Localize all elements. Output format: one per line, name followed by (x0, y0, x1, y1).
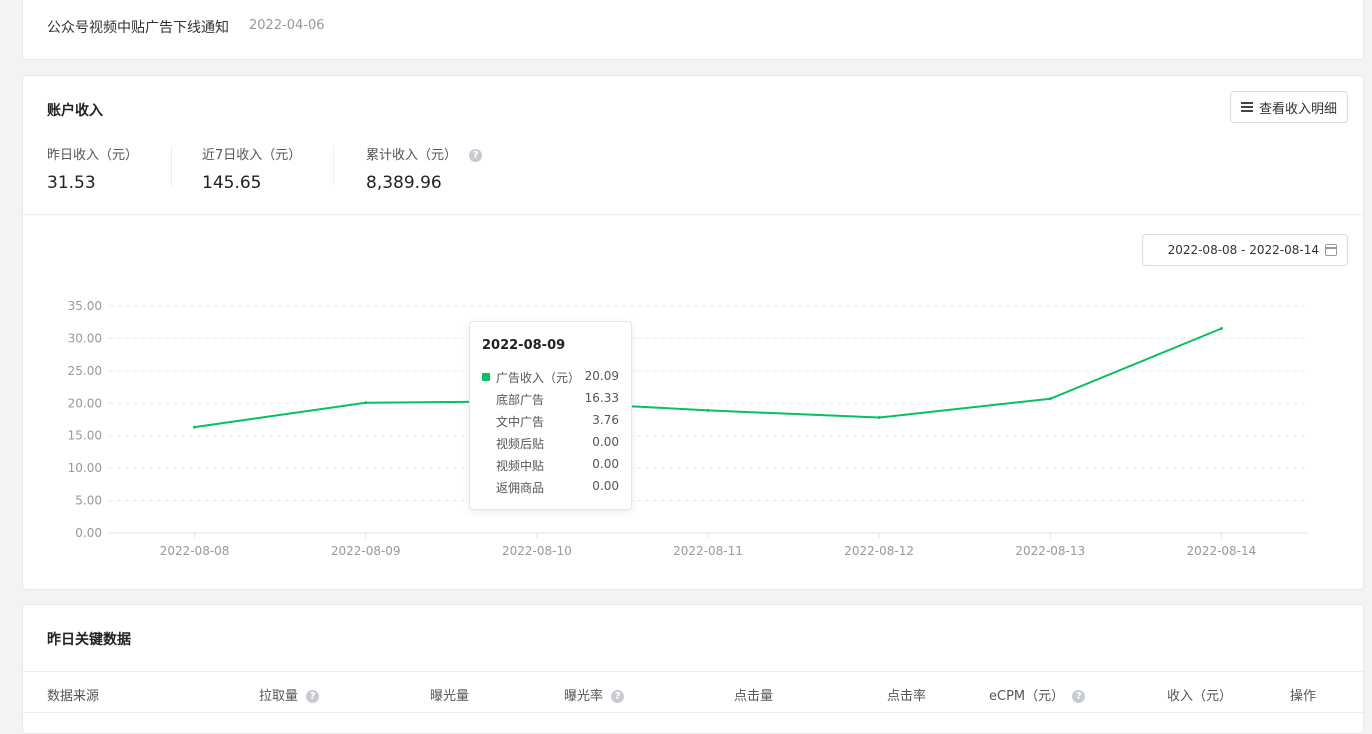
notice-card: 公众号视频中贴广告下线通知 2022-04-06 (22, 0, 1364, 60)
list-icon (1240, 102, 1253, 112)
stat-value: 8,389.96 (366, 173, 442, 193)
stat-7days: 近7日收入（元） 145.65 (202, 144, 301, 193)
tooltip-row: 文中广告 3.76 (482, 413, 619, 431)
tooltip-label: 底部广告 (496, 393, 545, 407)
stat-divider (171, 146, 172, 186)
series-color-marker (482, 373, 490, 381)
income-card: 账户收入 查看收入明细 昨日收入（元） 31.53 近7日收入（元） 145.6… (22, 75, 1364, 590)
stat-total: 累计收入（元） ? 8,389.96 (366, 144, 483, 193)
income-line-chart: 0.00 5.00 10.00 15.00 20.00 25.00 30.00 35.00 20… (68, 299, 1307, 558)
help-icon[interactable]: ? (1072, 690, 1086, 703)
stat-total-label: 累计收入（元） (366, 148, 458, 163)
x-tick-label: 2022-08-14 (1187, 544, 1257, 558)
data-point (706, 408, 710, 412)
x-tick-label: 2022-08-08 (160, 544, 230, 558)
chart-tooltip: 2022-08-09 广告收入（元） 20.09 底部广告 16.33 文中广告… (469, 321, 632, 510)
column-header: 曝光率 ? (564, 685, 625, 704)
tooltip-date: 2022-08-09 (482, 338, 566, 353)
column-header: 曝光量 (430, 689, 470, 704)
column-header: 操作 (1290, 689, 1317, 704)
date-range-text: 2022-08-08 - 2022-08-14 (1167, 243, 1319, 257)
tooltip-label: 视频后贴 (496, 437, 545, 451)
y-tick-label: 30.00 (68, 331, 102, 345)
keydata-title: 昨日关键数据 (47, 632, 131, 648)
tooltip-label: 返佣商品 (496, 481, 545, 495)
help-icon[interactable]: ? (469, 149, 483, 162)
income-detail-label: 查看收入明细 (1258, 101, 1337, 117)
tooltip-row: 底部广告 16.33 (482, 391, 619, 409)
stat-yesterday: 昨日收入（元） 31.53 (47, 144, 138, 193)
stat-divider (333, 146, 334, 186)
data-point (1219, 327, 1223, 331)
x-tick-label: 2022-08-12 (844, 544, 914, 558)
income-title: 账户收入 (47, 103, 103, 119)
column-header-label: 拉取量 (259, 689, 299, 704)
stat-value: 31.53 (47, 173, 96, 193)
y-tick-label: 10.00 (68, 461, 102, 475)
y-tick-label: 15.00 (68, 429, 102, 443)
table-header: 数据来源 拉取量 ? 曝光量 曝光率 ? 点击量 点击率 eCPM（元） ? 收… (23, 671, 1363, 713)
y-tick-label: 20.00 (68, 396, 102, 410)
stat-label: 昨日收入（元） (47, 148, 139, 163)
data-point (193, 425, 197, 429)
column-header: 点击率 (887, 689, 927, 704)
notice-title[interactable]: 公众号视频中贴广告下线通知 (47, 17, 229, 37)
tooltip-row: 视频后贴 0.00 (482, 435, 619, 453)
tooltip-value: 20.09 (584, 369, 619, 383)
section-divider (23, 214, 1363, 215)
x-tick-label: 2022-08-10 (502, 544, 572, 558)
column-header-label: eCPM（元） (989, 689, 1065, 704)
tooltip-label: 文中广告 (496, 415, 545, 429)
tooltip-row: 返佣商品 0.00 (482, 479, 619, 497)
column-header: eCPM（元） ? (989, 685, 1086, 704)
income-detail-button[interactable]: 查看收入明细 (1230, 91, 1348, 123)
tooltip-row: 广告收入（元） 20.09 (482, 369, 619, 387)
column-header: 拉取量 ? (259, 685, 320, 704)
x-tick-label: 2022-08-09 (331, 544, 401, 558)
x-tick-label: 2022-08-13 (1015, 544, 1085, 558)
column-header: 数据来源 (47, 689, 100, 704)
tooltip-value: 3.76 (592, 413, 619, 427)
data-point (877, 416, 881, 420)
tooltip-value: 0.00 (592, 435, 619, 449)
tooltip-value: 16.33 (584, 391, 619, 405)
column-header: 点击量 (734, 689, 774, 704)
tooltip-label: 视频中贴 (496, 459, 545, 473)
stat-label: 累计收入（元） ? (366, 144, 483, 163)
data-point (1048, 397, 1052, 401)
x-tick-label: 2022-08-11 (673, 544, 743, 558)
tooltip-label: 广告收入（元） (496, 371, 581, 385)
date-range-picker[interactable]: 2022-08-08 - 2022-08-14 (1142, 234, 1348, 266)
tooltip-value: 0.00 (592, 457, 619, 471)
data-point (364, 401, 368, 405)
y-tick-label: 25.00 (68, 364, 102, 378)
series-line (194, 327, 1222, 429)
tooltip-value: 0.00 (592, 479, 619, 493)
y-tick-label: 0.00 (75, 526, 102, 540)
stat-value: 145.65 (202, 173, 262, 193)
column-header: 收入（元） (1167, 689, 1233, 704)
calendar-icon (1325, 244, 1337, 256)
y-tick-label: 35.00 (68, 299, 102, 313)
y-tick-label: 5.00 (75, 494, 102, 508)
tooltip-row: 视频中贴 0.00 (482, 457, 619, 475)
column-header-label: 曝光率 (564, 689, 604, 704)
stat-label: 近7日收入（元） (202, 148, 302, 163)
help-icon[interactable]: ? (306, 690, 320, 703)
notice-date: 2022-04-06 (249, 18, 325, 33)
help-icon[interactable]: ? (611, 690, 625, 703)
